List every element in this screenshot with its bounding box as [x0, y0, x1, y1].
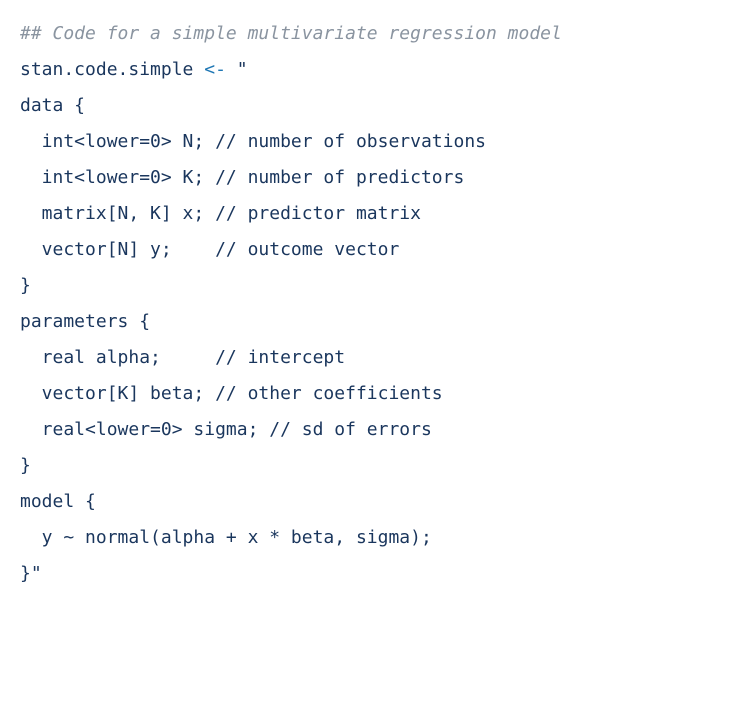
code-line: model { — [20, 491, 96, 512]
code-line: matrix[N, K] x; // predictor matrix — [20, 203, 421, 224]
code-line: data { — [20, 95, 85, 116]
code-line: } — [20, 455, 31, 476]
code-line: int<lower=0> K; // number of predictors — [20, 167, 464, 188]
code-line: y ~ normal(alpha + x * beta, sigma); — [20, 527, 432, 548]
code-line: vector[K] beta; // other coefficients — [20, 383, 443, 404]
code-line: real<lower=0> sigma; // sd of errors — [20, 419, 432, 440]
code-line: }" — [20, 563, 42, 584]
string-open-quote: " — [237, 59, 248, 80]
code-comment-header: ## Code for a simple multivariate regres… — [20, 23, 562, 44]
code-varname: stan.code.simple — [20, 59, 193, 80]
code-line: } — [20, 275, 31, 296]
code-line: vector[N] y; // outcome vector — [20, 239, 399, 260]
code-block: ## Code for a simple multivariate regres… — [20, 16, 736, 592]
code-line: real alpha; // intercept — [20, 347, 345, 368]
code-line: parameters { — [20, 311, 150, 332]
code-line: int<lower=0> N; // number of observation… — [20, 131, 486, 152]
assign-operator: <- — [204, 59, 226, 80]
